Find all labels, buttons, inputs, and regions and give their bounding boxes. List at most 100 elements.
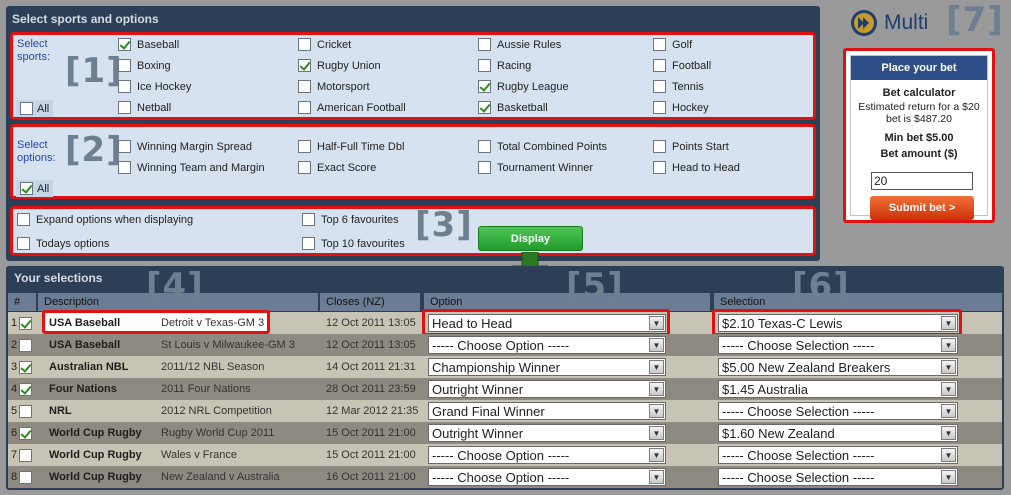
bet-option[interactable]: Head to Head	[653, 161, 740, 174]
option-select[interactable]: Outright Winner ▼	[428, 380, 666, 398]
sport-checkbox[interactable]	[478, 80, 491, 93]
option-checkbox[interactable]	[478, 140, 491, 153]
bet-option[interactable]: Exact Score	[298, 161, 376, 174]
chevron-down-icon[interactable]: ▼	[649, 404, 664, 418]
selection-select[interactable]: ----- Choose Selection ----- ▼	[718, 402, 958, 420]
display-checkbox[interactable]	[302, 213, 315, 226]
bet-option[interactable]: Total Combined Points	[478, 140, 607, 153]
sport-checkbox[interactable]	[653, 80, 666, 93]
sport-checkbox[interactable]	[298, 59, 311, 72]
option-select[interactable]: Championship Winner ▼	[428, 358, 666, 376]
row-checkbox[interactable]	[19, 382, 33, 396]
row-checkbox[interactable]	[19, 448, 33, 462]
chevron-down-icon[interactable]: ▼	[941, 426, 956, 440]
display-checkbox[interactable]	[17, 213, 30, 226]
sport-option[interactable]: Hockey	[653, 101, 709, 114]
option-checkbox[interactable]	[478, 161, 491, 174]
display-checkbox[interactable]	[302, 237, 315, 250]
sport-option[interactable]: Rugby League	[478, 80, 569, 93]
sport-checkbox[interactable]	[478, 59, 491, 72]
sport-checkbox[interactable]	[118, 38, 131, 51]
bet-amount-input[interactable]: 20	[871, 172, 973, 190]
sport-checkbox[interactable]	[118, 59, 131, 72]
sport-option[interactable]: Ice Hockey	[118, 80, 191, 93]
sport-option[interactable]: Netball	[118, 101, 171, 114]
option-select[interactable]: ----- Choose Option ----- ▼	[428, 336, 666, 354]
option-select[interactable]: Grand Final Winner ▼	[428, 402, 666, 420]
sport-checkbox[interactable]	[298, 80, 311, 93]
display-option[interactable]: Expand options when displaying	[17, 213, 193, 226]
display-option[interactable]: Top 6 favourites	[302, 213, 399, 226]
sport-option[interactable]: American Football	[298, 101, 406, 114]
chevron-down-icon[interactable]: ▼	[941, 448, 956, 462]
display-option[interactable]: Todays options	[17, 237, 109, 250]
option-select[interactable]: Head to Head ▼	[428, 314, 666, 332]
sport-option[interactable]: Tennis	[653, 80, 704, 93]
option-checkbox[interactable]	[118, 161, 131, 174]
sport-checkbox[interactable]	[298, 38, 311, 51]
sport-option[interactable]: Aussie Rules	[478, 38, 561, 51]
selection-select[interactable]: ----- Choose Selection ----- ▼	[718, 336, 958, 354]
display-button[interactable]: Display	[478, 226, 583, 251]
chevron-down-icon[interactable]: ▼	[941, 338, 956, 352]
sport-checkbox[interactable]	[653, 59, 666, 72]
chevron-down-icon[interactable]: ▼	[649, 338, 664, 352]
sport-checkbox[interactable]	[298, 101, 311, 114]
bet-option[interactable]: Winning Team and Margin	[118, 161, 265, 174]
chevron-down-icon[interactable]: ▼	[649, 360, 664, 374]
sport-option[interactable]: Basketball	[478, 101, 548, 114]
options-all[interactable]: All	[16, 180, 54, 197]
bet-option[interactable]: Points Start	[653, 140, 729, 153]
bet-option[interactable]: Tournament Winner	[478, 161, 593, 174]
sport-option[interactable]: Motorsport	[298, 80, 370, 93]
row-checkbox[interactable]	[19, 470, 33, 484]
selection-select[interactable]: $2.10 Texas-C Lewis ▼	[718, 314, 958, 332]
sport-option[interactable]: Racing	[478, 59, 531, 72]
sport-checkbox[interactable]	[653, 101, 666, 114]
selection-select[interactable]: $5.00 New Zealand Breakers ▼	[718, 358, 958, 376]
sports-all[interactable]: All	[16, 100, 54, 117]
chevron-down-icon[interactable]: ▼	[941, 470, 956, 484]
chevron-down-icon[interactable]: ▼	[941, 404, 956, 418]
sport-checkbox[interactable]	[118, 80, 131, 93]
options-all-checkbox[interactable]	[20, 182, 33, 195]
selection-select[interactable]: $1.60 New Zealand ▼	[718, 424, 958, 442]
sport-option[interactable]: Baseball	[118, 38, 179, 51]
chevron-down-icon[interactable]: ▼	[649, 470, 664, 484]
sport-option[interactable]: Rugby Union	[298, 59, 381, 72]
display-checkbox[interactable]	[17, 237, 30, 250]
row-checkbox[interactable]	[19, 426, 33, 440]
selection-select[interactable]: ----- Choose Selection ----- ▼	[718, 446, 958, 464]
bet-option[interactable]: Half-Full Time Dbl	[298, 140, 404, 153]
chevron-down-icon[interactable]: ▼	[649, 426, 664, 440]
sport-option[interactable]: Cricket	[298, 38, 351, 51]
chevron-down-icon[interactable]: ▼	[941, 382, 956, 396]
sport-checkbox[interactable]	[653, 38, 666, 51]
row-checkbox[interactable]	[19, 338, 33, 352]
sports-all-checkbox[interactable]	[20, 102, 33, 115]
row-checkbox[interactable]	[19, 316, 33, 330]
option-select[interactable]: ----- Choose Option ----- ▼	[428, 468, 666, 486]
selection-select[interactable]: ----- Choose Selection ----- ▼	[718, 468, 958, 486]
selection-select[interactable]: $1.45 Australia ▼	[718, 380, 958, 398]
option-checkbox[interactable]	[118, 140, 131, 153]
option-checkbox[interactable]	[653, 140, 666, 153]
option-checkbox[interactable]	[298, 161, 311, 174]
chevron-down-icon[interactable]: ▼	[941, 316, 956, 330]
sport-option[interactable]: Boxing	[118, 59, 171, 72]
sport-checkbox[interactable]	[478, 101, 491, 114]
row-checkbox[interactable]	[19, 360, 33, 374]
submit-bet-button[interactable]: Submit bet >	[870, 196, 974, 220]
option-select[interactable]: Outright Winner ▼	[428, 424, 666, 442]
option-checkbox[interactable]	[298, 140, 311, 153]
row-checkbox[interactable]	[19, 404, 33, 418]
chevron-down-icon[interactable]: ▼	[941, 360, 956, 374]
sport-option[interactable]: Football	[653, 59, 711, 72]
sport-option[interactable]: Golf	[653, 38, 692, 51]
chevron-down-icon[interactable]: ▼	[649, 316, 664, 330]
sport-checkbox[interactable]	[118, 101, 131, 114]
option-checkbox[interactable]	[653, 161, 666, 174]
chevron-down-icon[interactable]: ▼	[649, 448, 664, 462]
bet-option[interactable]: Winning Margin Spread	[118, 140, 252, 153]
option-select[interactable]: ----- Choose Option ----- ▼	[428, 446, 666, 464]
